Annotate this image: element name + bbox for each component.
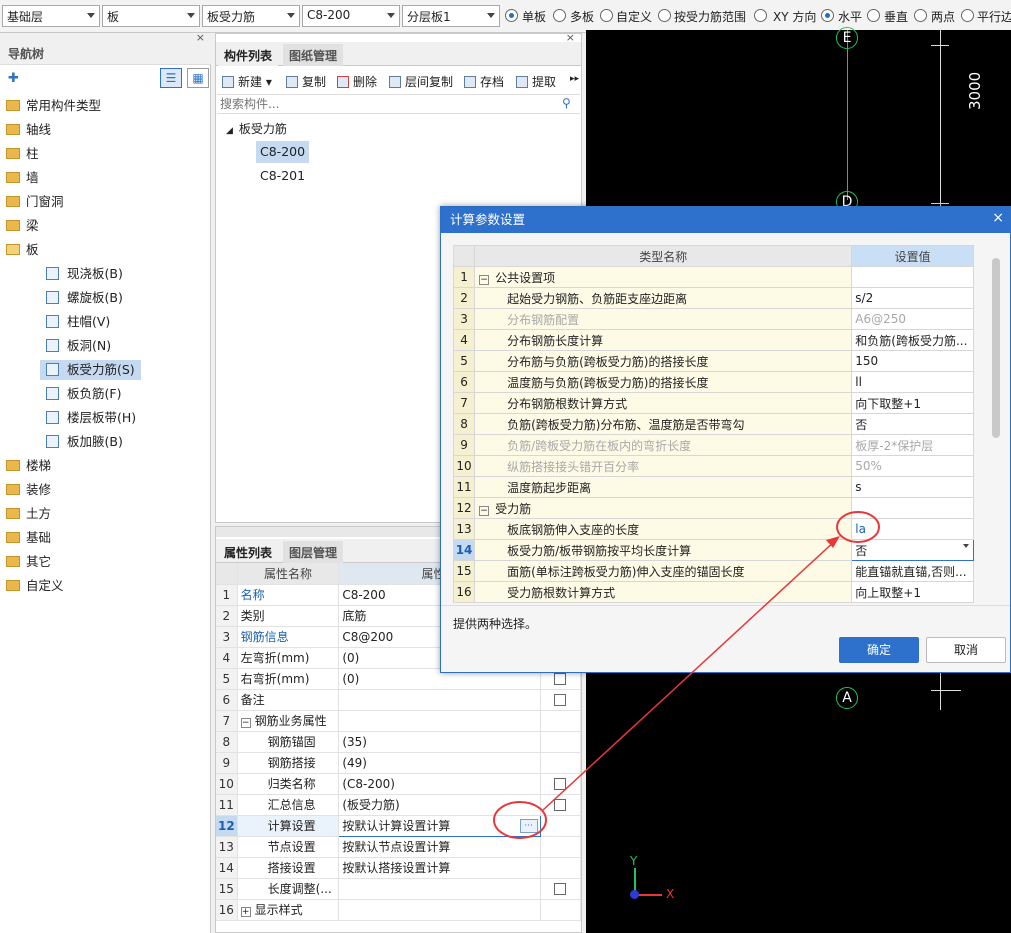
annotation-arrow-line (542, 539, 837, 811)
annotation-overlay (493, 511, 880, 839)
annotation-circle-button (493, 801, 547, 839)
annotation-circle-value (836, 511, 880, 543)
annotation-arrow-head (826, 536, 840, 548)
